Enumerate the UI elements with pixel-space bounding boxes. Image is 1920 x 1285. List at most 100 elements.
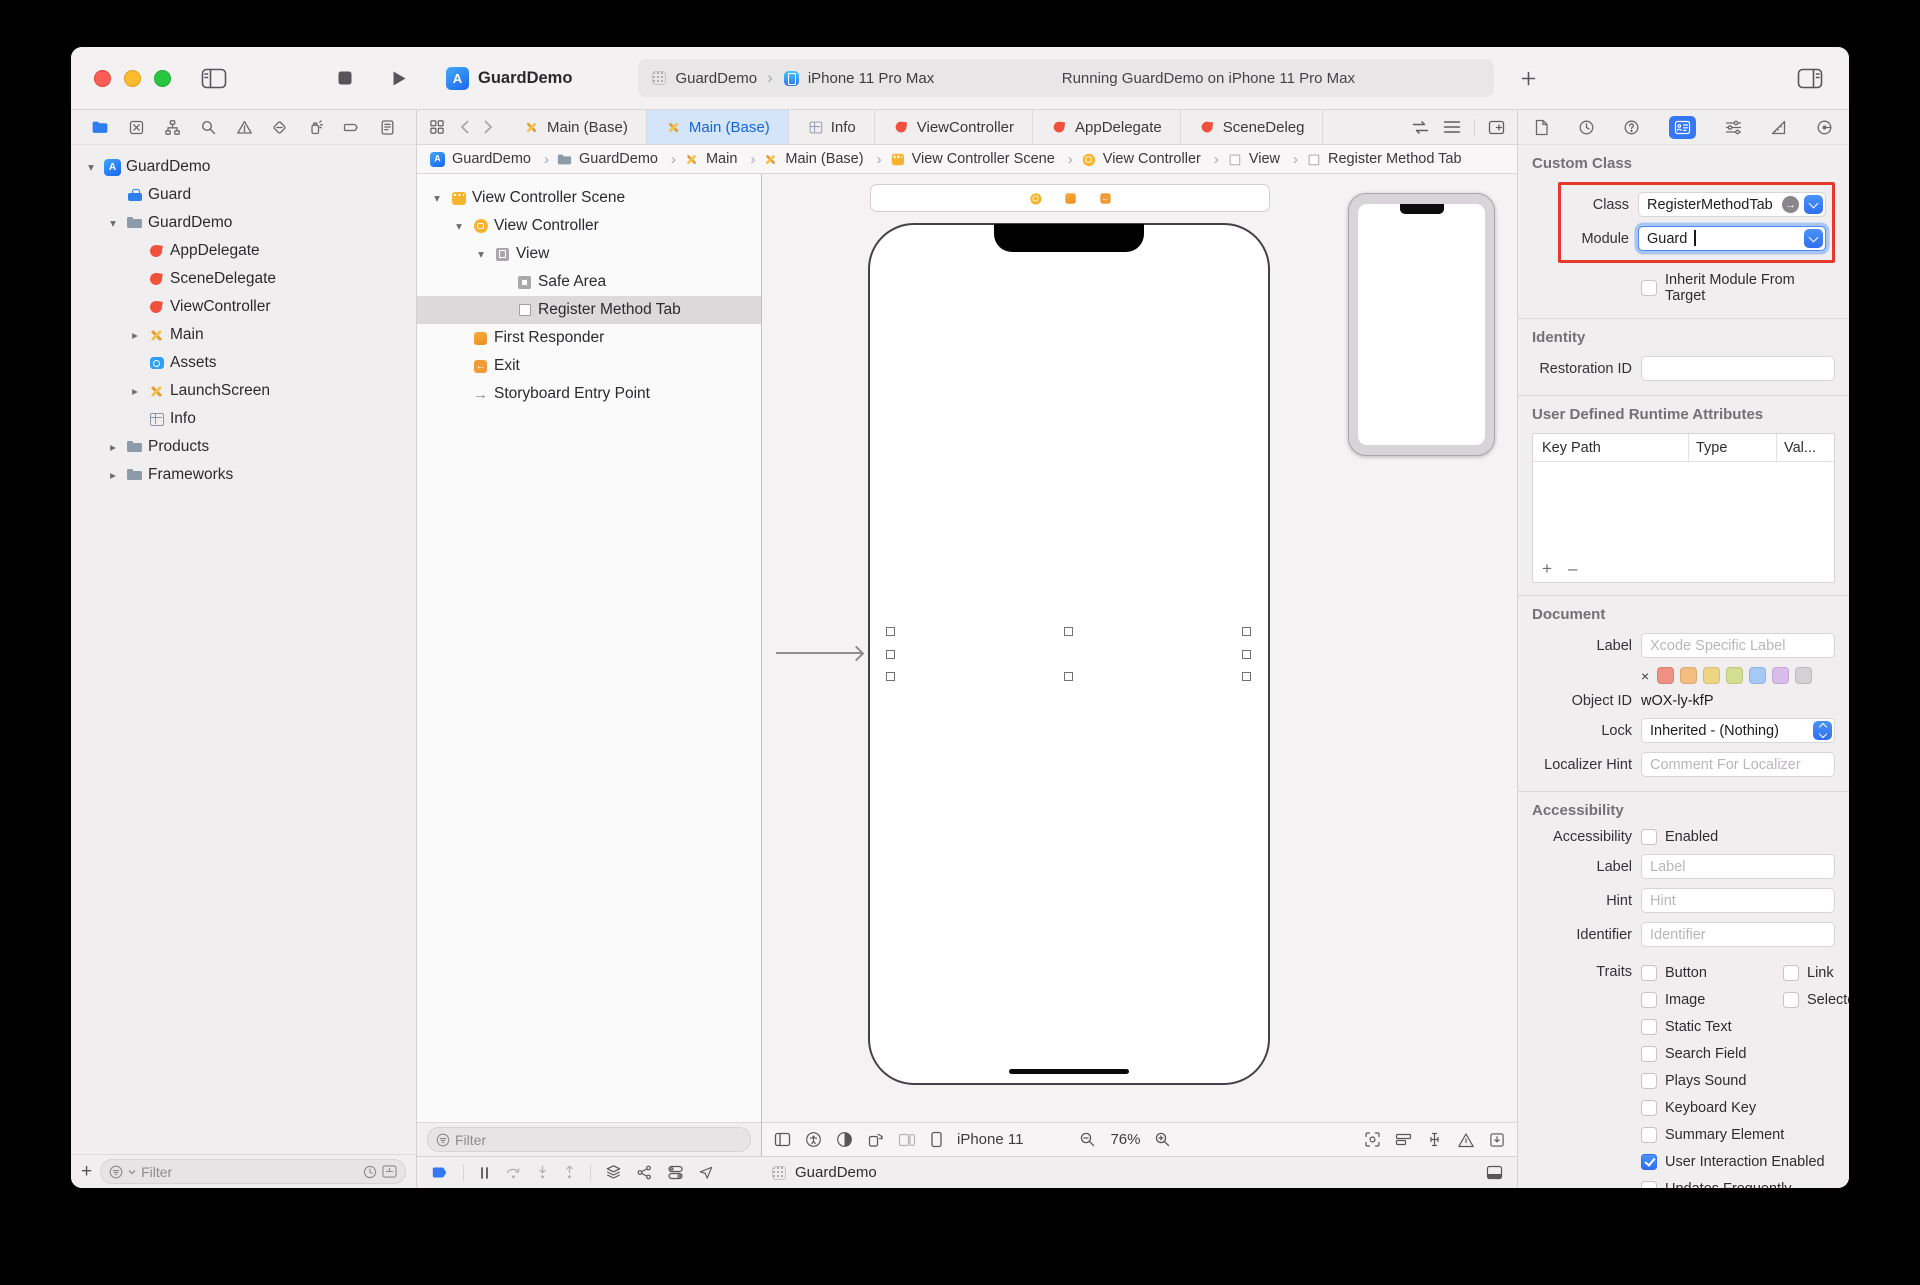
color-swatch[interactable] <box>1749 667 1767 684</box>
iphone-device-frame[interactable] <box>868 223 1270 1085</box>
disclosure-arrow[interactable]: ▸ <box>127 384 143 398</box>
localizer-hint-field[interactable] <box>1641 752 1835 777</box>
outline-filter-field[interactable]: Filter <box>427 1127 751 1152</box>
navigator-item[interactable]: Info <box>71 405 416 433</box>
disclosure-arrow[interactable]: ▾ <box>105 216 121 230</box>
source-control-status-icon[interactable] <box>382 1165 397 1178</box>
breakpoint-navigator-icon[interactable] <box>343 119 360 136</box>
selection-handle[interactable] <box>1242 650 1251 659</box>
navigator-item[interactable]: ▾ GuardDemo <box>71 209 416 237</box>
embed-icon[interactable] <box>1489 1132 1505 1148</box>
trait-checkbox[interactable]: Keyboard Key <box>1641 1094 1835 1121</box>
selection-handle[interactable] <box>886 650 895 659</box>
debug-navigator-icon[interactable] <box>307 119 324 136</box>
memory-graph-icon[interactable] <box>636 1164 653 1181</box>
add-file-button[interactable]: + <box>81 1162 92 1181</box>
recent-files-clock-icon[interactable] <box>363 1165 377 1179</box>
identity-inspector-icon[interactable] <box>1668 115 1696 139</box>
source-control-icon[interactable] <box>128 119 145 136</box>
add-editor-split-icon[interactable] <box>1488 120 1505 135</box>
accessibility-enabled-checkbox[interactable]: Enabled <box>1641 829 1718 845</box>
selection-handle[interactable] <box>886 672 895 681</box>
disclosure-arrow[interactable]: ▾ <box>451 219 467 233</box>
editor-tab[interactable]: AppDelegate <box>1033 110 1181 144</box>
issue-navigator-icon[interactable] <box>236 119 253 136</box>
selection-handle[interactable] <box>886 627 895 636</box>
selection-handle[interactable] <box>1064 627 1073 636</box>
hide-document-outline-icon[interactable] <box>774 1132 791 1147</box>
color-swatch[interactable] <box>1657 667 1675 684</box>
attributes-inspector-icon[interactable] <box>1725 120 1742 135</box>
outline-item[interactable]: Exit <box>417 352 761 380</box>
editor-tab[interactable]: Main (Base) <box>646 110 789 144</box>
jump-bar-crumb[interactable]: View Controller Scene › <box>889 151 1080 168</box>
related-items-icon[interactable] <box>429 119 445 135</box>
pause-execution-icon[interactable] <box>478 1166 491 1180</box>
add-attribute-button[interactable]: + <box>1542 559 1552 579</box>
step-into-icon[interactable] <box>536 1165 549 1180</box>
debug-console-toggle-icon[interactable] <box>1486 1165 1503 1180</box>
document-label-field[interactable] <box>1641 633 1835 658</box>
file-inspector-icon[interactable] <box>1534 119 1549 136</box>
zoom-level-label[interactable]: 76% <box>1110 1131 1140 1148</box>
go-forward-icon[interactable] <box>484 120 493 134</box>
adjust-editor-options-icon[interactable] <box>1443 120 1461 134</box>
navigator-item[interactable]: SceneDelegate <box>71 265 416 293</box>
trait-checkbox[interactable]: Selected <box>1783 986 1849 1013</box>
disclosure-arrow[interactable]: ▸ <box>127 328 143 342</box>
minimize-window-button[interactable] <box>124 69 141 87</box>
find-navigator-icon[interactable] <box>200 119 217 136</box>
simulate-location-icon[interactable] <box>698 1165 714 1181</box>
table-empty-body[interactable] <box>1533 462 1834 556</box>
column-header[interactable]: Type <box>1688 434 1776 461</box>
accessibility-preview-icon[interactable] <box>805 1131 822 1148</box>
adaptation-split-icon[interactable] <box>898 1133 916 1147</box>
remove-attribute-button[interactable]: – <box>1568 559 1577 579</box>
size-inspector-icon[interactable] <box>1770 119 1787 136</box>
selection-handle[interactable] <box>1242 627 1251 636</box>
go-back-icon[interactable] <box>460 120 469 134</box>
canvas-stage[interactable] <box>762 174 1517 1122</box>
navigator-item[interactable]: ▾ GuardDemo <box>71 153 416 181</box>
jump-bar-crumb[interactable]: GuardDemo › <box>556 151 683 168</box>
navigator-filter-field[interactable]: Filter <box>100 1159 406 1184</box>
zoom-window-button[interactable] <box>154 69 171 87</box>
close-window-button[interactable] <box>94 69 111 87</box>
update-frames-icon[interactable] <box>1364 1131 1381 1148</box>
test-navigator-icon[interactable] <box>271 119 288 136</box>
debug-session-item[interactable]: GuardDemo <box>770 1164 877 1181</box>
trait-checkbox[interactable]: User Interaction Enabled <box>1641 1148 1835 1175</box>
selection-handle[interactable] <box>1064 672 1073 681</box>
run-button[interactable] <box>389 69 408 88</box>
class-dropdown-icon[interactable] <box>1804 195 1823 214</box>
disclosure-arrow[interactable]: ▾ <box>83 160 99 174</box>
outline-item[interactable]: Register Method Tab <box>417 296 761 324</box>
editor-tab[interactable]: Main (Base) <box>505 110 647 144</box>
restoration-id-field[interactable] <box>1641 356 1835 381</box>
color-swatch[interactable] <box>1726 667 1744 684</box>
help-inspector-icon[interactable] <box>1623 119 1640 136</box>
stop-button[interactable] <box>335 68 355 88</box>
device-icon[interactable] <box>930 1131 943 1148</box>
color-swatch[interactable] <box>1795 667 1813 684</box>
report-navigator-icon[interactable] <box>379 119 396 136</box>
step-out-icon[interactable] <box>563 1165 576 1180</box>
lock-stepper-icon[interactable] <box>1813 721 1832 740</box>
breakpoints-toggle-icon[interactable] <box>431 1165 449 1180</box>
zoom-out-icon[interactable] <box>1079 1131 1096 1148</box>
trait-checkbox[interactable]: Link <box>1783 959 1849 986</box>
device-preview-thumbnail[interactable] <box>1348 193 1495 456</box>
outline-item[interactable]: ▾ View Controller <box>417 212 761 240</box>
toggle-inspector-icon[interactable] <box>1797 68 1823 89</box>
jump-to-class-icon[interactable]: → <box>1782 196 1799 213</box>
orientation-icon[interactable] <box>867 1131 884 1148</box>
add-editor-plus-icon[interactable] <box>1520 70 1537 87</box>
view-hierarchy-debugger-icon[interactable] <box>605 1164 622 1181</box>
project-navigator-icon[interactable] <box>91 118 109 136</box>
scheme-selector[interactable]: GuardDemo › iPhone 11 Pro Max <box>650 68 934 88</box>
symbol-navigator-icon[interactable] <box>164 119 181 136</box>
appearance-mode-icon[interactable] <box>836 1131 853 1148</box>
navigator-item[interactable]: ▸ Products <box>71 433 416 461</box>
outline-item[interactable]: First Responder <box>417 324 761 352</box>
storyboard-entry-point-arrow[interactable] <box>776 652 862 654</box>
